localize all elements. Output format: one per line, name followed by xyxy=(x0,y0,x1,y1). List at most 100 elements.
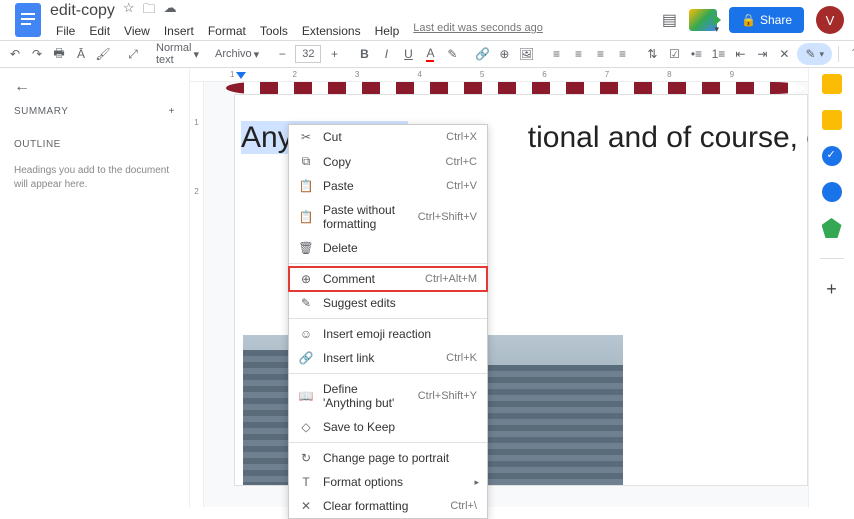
document-title[interactable]: edit-copy xyxy=(50,2,115,20)
context-menu-delete[interactable]: 🗑Delete xyxy=(289,236,487,260)
numbered-list-icon[interactable]: 1≡ xyxy=(709,44,727,64)
context-menu-paste[interactable]: 📋PasteCtrl+V xyxy=(289,174,487,198)
paint-format-icon[interactable]: 🖌 xyxy=(94,44,112,64)
clear-formatting-icon[interactable]: ✕ xyxy=(775,44,793,64)
account-avatar[interactable]: V xyxy=(816,6,844,34)
meet-icon[interactable]: ▾ xyxy=(689,9,717,31)
context-menu-suggest-edits[interactable]: ✎Suggest edits xyxy=(289,291,487,315)
text-color-icon[interactable]: A xyxy=(421,44,439,64)
paste-without-formatting-icon: 📋 xyxy=(299,210,313,224)
context-menu-label: Comment xyxy=(323,272,415,286)
horizontal-ruler: 123456789 xyxy=(190,68,808,82)
menu-tools[interactable]: Tools xyxy=(254,22,294,40)
docs-logo-icon[interactable] xyxy=(10,2,46,38)
menu-format[interactable]: Format xyxy=(202,22,252,40)
format-options-icon: T xyxy=(299,475,313,489)
context-menu-clear-formatting[interactable]: ✕Clear formattingCtrl+\ xyxy=(289,494,487,518)
context-menu-copy[interactable]: ⧉CopyCtrl+C xyxy=(289,149,487,174)
font-size-decrease[interactable]: − xyxy=(273,44,291,64)
side-panel: + xyxy=(808,68,854,507)
maps-icon[interactable] xyxy=(822,218,842,238)
context-menu-cut[interactable]: ✂CutCtrl+X xyxy=(289,125,487,149)
font-size-input[interactable]: 32 xyxy=(295,45,321,63)
keep-icon[interactable] xyxy=(822,110,842,130)
insert-emoji-reaction-icon: ☺ xyxy=(299,327,313,341)
move-icon[interactable]: 🗀 xyxy=(143,0,156,22)
menu-edit[interactable]: Edit xyxy=(83,22,116,40)
menu-help[interactable]: Help xyxy=(369,22,406,40)
hide-menus-icon[interactable]: ˆ xyxy=(845,44,854,64)
context-menu-shortcut: Ctrl+X xyxy=(446,131,477,143)
align-right-icon[interactable]: ≡ xyxy=(591,44,609,64)
style-select[interactable]: Normal text ▾ xyxy=(154,41,201,67)
context-menu-paste-without-formatting[interactable]: 📋 Paste without formatting Ctrl+Shift+V xyxy=(289,198,487,236)
share-label: Share xyxy=(760,13,792,27)
summary-heading: SUMMARY xyxy=(14,106,68,117)
align-left-icon[interactable]: ≡ xyxy=(547,44,565,64)
calendar-icon[interactable] xyxy=(822,74,842,94)
font-size-increase[interactable]: + xyxy=(325,44,343,64)
collapse-sidebar-icon[interactable]: ← xyxy=(14,78,175,96)
menu-extensions[interactable]: Extensions xyxy=(296,22,367,40)
star-icon[interactable]: ☆ xyxy=(123,0,135,22)
add-summary-icon[interactable]: + xyxy=(169,106,175,117)
menu-insert[interactable]: Insert xyxy=(158,22,200,40)
context-menu-format-options[interactable]: T Format options xyxy=(289,470,487,494)
context-menu-insert-link[interactable]: 🔗Insert linkCtrl+K xyxy=(289,346,487,370)
context-menu-comment[interactable]: ⊕CommentCtrl+Alt+M xyxy=(289,267,487,291)
context-menu: ✂CutCtrl+X⧉CopyCtrl+C📋PasteCtrl+V📋Paste … xyxy=(288,124,488,519)
font-select[interactable]: Archivo ▾ xyxy=(213,47,261,62)
comment-icon[interactable]: ⊕ xyxy=(495,44,513,64)
comments-history-icon[interactable]: ▤ xyxy=(662,10,677,30)
copy-icon: ⧉ xyxy=(299,154,313,169)
image-icon[interactable]: 🖼 xyxy=(517,44,535,64)
toolbar: ↶ ↷ 🖶 Ā 🖌 ⤢ Normal text ▾ Archivo ▾ − 32… xyxy=(0,40,854,68)
indent-decrease-icon[interactable]: ⇤ xyxy=(731,44,749,64)
titlebar: edit-copy ☆ 🗀 ☁ File Edit View Insert Fo… xyxy=(0,0,854,40)
paste-icon: 📋 xyxy=(299,179,313,193)
align-justify-icon[interactable]: ≡ xyxy=(613,44,631,64)
line-spacing-icon[interactable]: ⇅ xyxy=(643,44,661,64)
redo-icon[interactable]: ↷ xyxy=(28,44,46,64)
menu-view[interactable]: View xyxy=(118,22,156,40)
outline-heading: OUTLINE xyxy=(14,139,175,150)
document-text-rest: tional and of course, emiss xyxy=(528,121,808,154)
context-menu-label: Cut xyxy=(323,130,436,144)
highlight-icon[interactable]: ✎ xyxy=(443,44,461,64)
link-icon[interactable]: 🔗 xyxy=(473,44,491,64)
context-menu-change-page-to-portrait[interactable]: ↻Change page to portrait xyxy=(289,446,487,470)
context-menu-label: Paste without formatting xyxy=(323,203,408,231)
context-menu-insert-emoji-reaction[interactable]: ☺ Insert emoji reaction xyxy=(289,322,487,346)
undo-icon[interactable]: ↶ xyxy=(6,44,24,64)
align-center-icon[interactable]: ≡ xyxy=(569,44,587,64)
chevron-down-icon: ▾ xyxy=(254,48,260,61)
context-menu-save-to-keep[interactable]: ◇Save to Keep xyxy=(289,415,487,439)
last-edit-link[interactable]: Last edit was seconds ago xyxy=(413,22,543,40)
tasks-icon[interactable] xyxy=(822,146,842,166)
cloud-icon[interactable]: ☁ xyxy=(164,0,177,22)
context-menu-shortcut: Ctrl+Shift+V xyxy=(418,211,477,223)
editing-mode-button[interactable]: ✎▾ xyxy=(797,43,832,65)
print-icon[interactable]: 🖶 xyxy=(50,44,68,64)
menu-file[interactable]: File xyxy=(50,22,81,40)
italic-icon[interactable]: I xyxy=(377,44,395,64)
checklist-icon[interactable]: ☑ xyxy=(665,44,683,64)
add-addon-icon[interactable]: + xyxy=(826,279,837,300)
indent-marker-icon[interactable] xyxy=(236,69,246,79)
zoom-icon[interactable]: ⤢ xyxy=(124,44,142,64)
share-button[interactable]: 🔒 Share xyxy=(729,7,804,33)
lock-icon: 🔒 xyxy=(741,13,756,27)
outline-sidebar: ← SUMMARY + OUTLINE Headings you add to … xyxy=(0,68,190,507)
context-menu-label: Insert emoji reaction xyxy=(323,327,467,341)
context-menu-label: Format options xyxy=(323,475,467,489)
indent-increase-icon[interactable]: ⇥ xyxy=(753,44,771,64)
contacts-icon[interactable] xyxy=(822,182,842,202)
underline-icon[interactable]: U xyxy=(399,44,417,64)
context-menu-shortcut: Ctrl+Alt+M xyxy=(425,273,477,285)
document-canvas[interactable]: 12 123456789 Anything butxxxxxxxxtional … xyxy=(190,68,808,507)
spellcheck-icon[interactable]: Ā xyxy=(72,44,90,64)
context-menu-define-anything-but-[interactable]: 📖Define 'Anything but'Ctrl+Shift+Y xyxy=(289,377,487,415)
context-menu-label: Insert link xyxy=(323,351,436,365)
bold-icon[interactable]: B xyxy=(355,44,373,64)
bulleted-list-icon[interactable]: •≡ xyxy=(687,44,705,64)
